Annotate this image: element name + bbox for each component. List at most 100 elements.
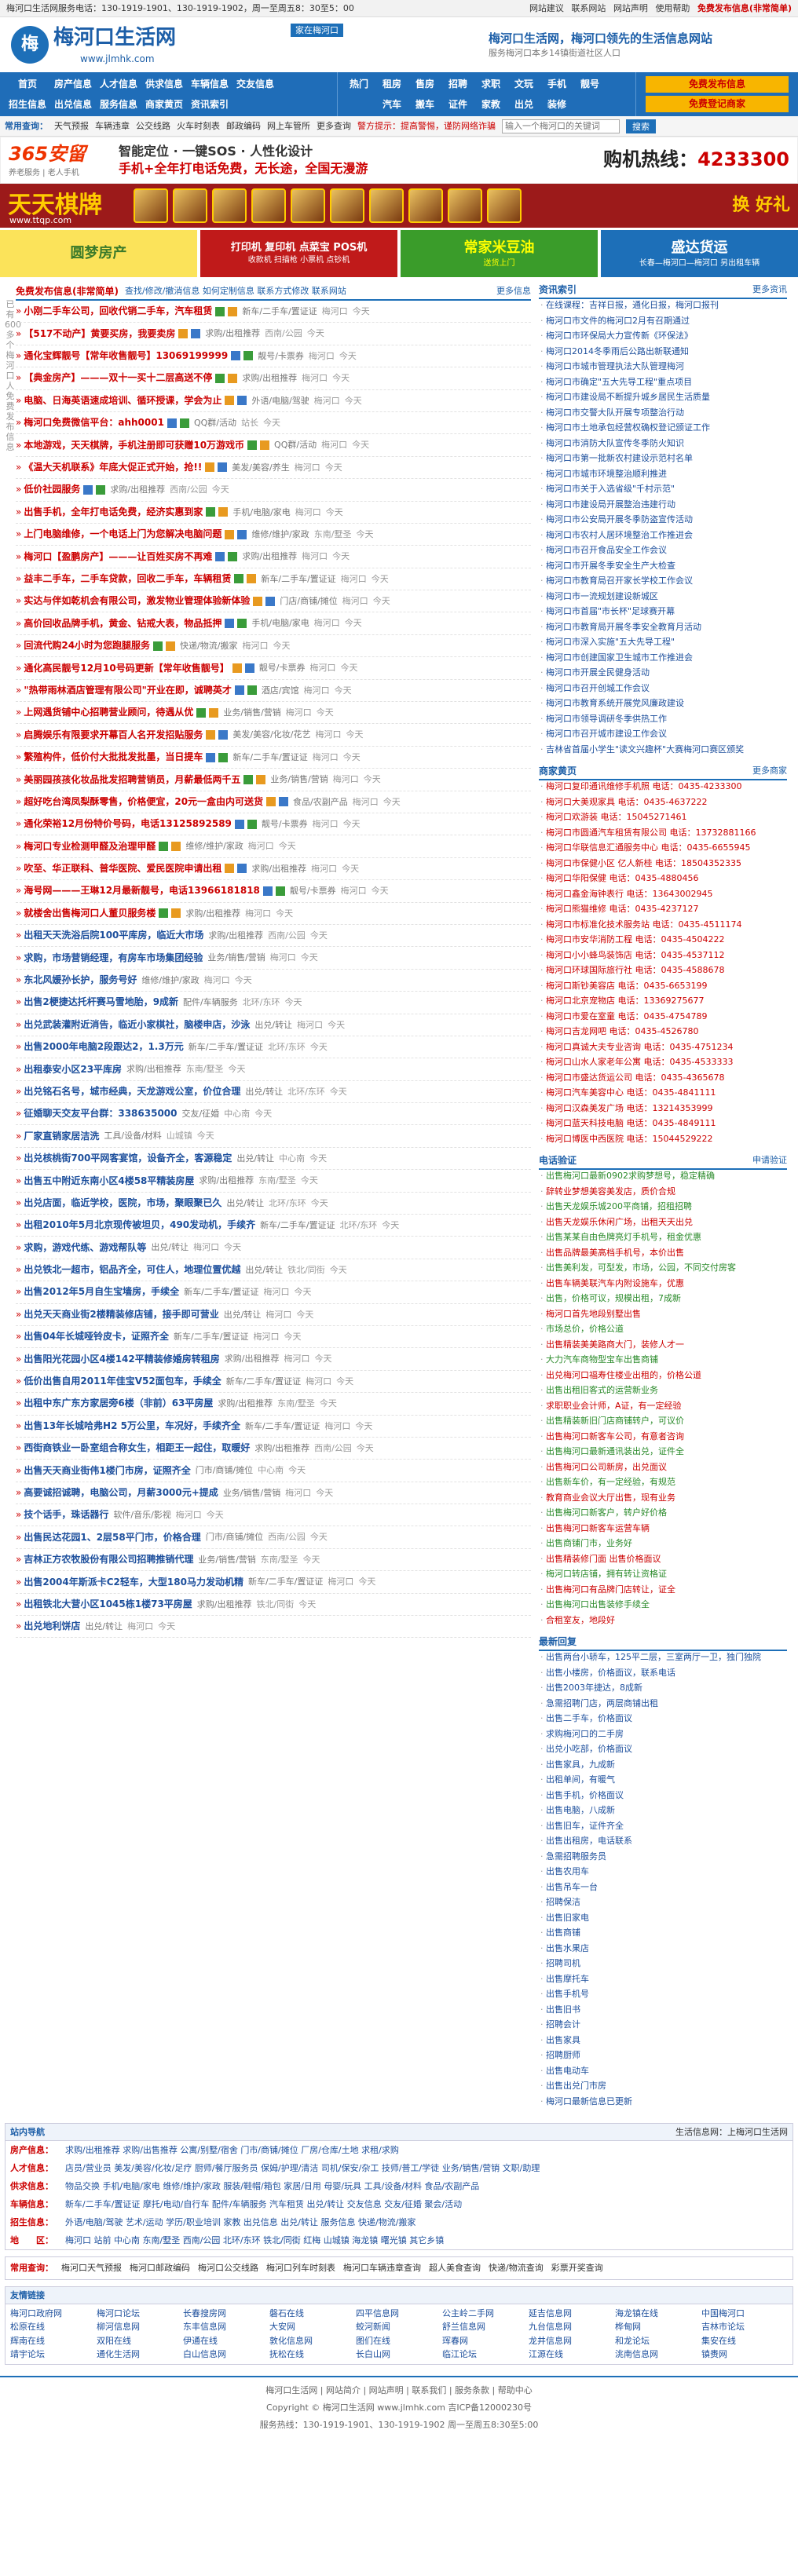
site-logo[interactable]: 梅 梅河口生活网 www.jlmhk.com xyxy=(11,24,176,65)
post-category[interactable]: 维修/维护/家政 xyxy=(251,528,309,540)
post-row[interactable]: » 《温大天机联系》年底大促正式开始，抢!! 美发/美容/养生 梅河口 今天 xyxy=(16,457,531,480)
post-category[interactable]: 维修/维护/家政 xyxy=(141,974,199,986)
post-title[interactable]: 《温大天机联系》年底大促正式开始，抢!! xyxy=(24,461,202,474)
post-category[interactable]: 靓号/卡票券 xyxy=(258,350,304,362)
friend-link[interactable]: 九台信息网 xyxy=(529,2321,615,2333)
tel-item[interactable]: 出售精装美美路商大门，装修人才一 xyxy=(539,1339,787,1354)
post-row[interactable]: » 小刚二手车公司，回收代销二手车，汽车租赁 新车/二手车/置证证 梅河口 今天 xyxy=(16,301,531,323)
post-category[interactable]: 求购/出租推荐 xyxy=(185,908,240,919)
post-category[interactable]: 手机/电脑/家电 xyxy=(251,617,309,629)
quick-train[interactable]: 火车时刻表 xyxy=(177,120,220,132)
nav-phone[interactable]: 手机 xyxy=(540,78,573,91)
biz-item[interactable]: 梅河口市圆通汽车租赁有限公司 电话：13732881166 xyxy=(539,827,787,842)
post-title[interactable]: 电脑、日海英语速成培训、循环授课，学会为止 xyxy=(24,394,221,407)
post-category[interactable]: 新车/二手车/置证证 xyxy=(174,1331,248,1343)
post-category[interactable]: 求购/出租推荐 xyxy=(197,1599,252,1610)
post-title[interactable]: 出售2012年5月自生宝墙房，手续全 xyxy=(24,1285,179,1299)
news-item[interactable]: 梅河口市交警大队开展专项整治行动 xyxy=(539,407,787,422)
post-category[interactable]: 业务/销售/营销 xyxy=(207,952,265,963)
common-query-link[interactable]: 梅河口天气预报 xyxy=(61,2262,122,2274)
post-row[interactable]: » 吹至、华正联科、普华医院、爱民医院申请出租 求购/出租推荐 梅河口 今天 xyxy=(16,858,531,881)
sitenav-links[interactable]: 求购/出租推荐 求购/出售推荐 公寓/别墅/宿舍 门市/商铺/摊位 厂房/仓库/… xyxy=(65,2143,399,2157)
post-row[interactable]: » 技个话手，珠话器行 软件/音乐/影视 梅河口 今天 xyxy=(16,1504,531,1527)
quick-dmv[interactable]: 网上车管所 xyxy=(267,120,310,132)
friend-link[interactable]: 双阳在线 xyxy=(97,2335,183,2347)
friend-link[interactable]: 延吉信息网 xyxy=(529,2307,615,2319)
post-category[interactable]: 新车/二手车/置证证 xyxy=(245,1420,320,1432)
news-item[interactable]: 梅河口市环保局大力宣传新《环保法》 xyxy=(539,330,787,345)
post-row[interactable]: » 出兑天天商业街2楼精装修店铺，接手即可营业 出兑/转让 梅河口 今天 xyxy=(16,1304,531,1326)
tel-item[interactable]: 出售梅河口公司新房，出兑面议 xyxy=(539,1461,787,1477)
post-title[interactable]: 梅河口【盈鹏房产】———让百姓买房不再难 xyxy=(24,550,212,564)
post-row[interactable]: » 本地游戏，天天棋牌，手机注册即可获赠10万游戏币 QQ群/活动 梅河口 今天 xyxy=(16,434,531,457)
post-category[interactable]: 求购/出租推荐 xyxy=(208,930,263,941)
post-category[interactable]: 维修/维护/家政 xyxy=(185,840,243,852)
ad-printer[interactable]: 打印机 复印机 点菜宝 POS机 收款机 扫描枪 小票机 点钞机 xyxy=(200,230,397,277)
post-row[interactable]: » 出兑铭石名号，城市经典，天龙游戏公室，价位合理 出兑/转让 北环/东环 今天 xyxy=(16,1081,531,1104)
post-row[interactable]: » 求购，市场营销经理，有房车市场集团经验 业务/销售/营销 梅河口 今天 xyxy=(16,947,531,970)
post-category[interactable]: 新车/二手车/置证证 xyxy=(232,751,307,763)
post-title[interactable]: 通化宝辉靓号【常年收售靓号】13069199999 xyxy=(24,349,228,363)
recent-item[interactable]: 招聘司机 xyxy=(539,1957,787,1973)
friend-link[interactable]: 柳河信息网 xyxy=(97,2321,183,2333)
friend-link[interactable]: 梅河口政府网 xyxy=(10,2307,97,2319)
quick-postcode[interactable]: 邮政编码 xyxy=(226,120,261,132)
recent-item[interactable]: 出售农用车 xyxy=(539,1865,787,1881)
post-title[interactable]: 【典金房产】———双十一买十二层高送不停 xyxy=(24,371,212,385)
post-row[interactable]: » 出售手机，全年打电话免费，经济实惠到家 手机/电脑/家电 梅河口 今天 xyxy=(16,502,531,524)
post-category[interactable]: 美发/美容/化妆/花艺 xyxy=(232,729,310,740)
post-category[interactable]: 快递/物流/搬家 xyxy=(180,640,237,652)
tel-title[interactable]: 电话验证 xyxy=(539,1154,577,1168)
post-category[interactable]: 软件/音乐/影视 xyxy=(113,1509,170,1521)
tel-item[interactable]: 梅河口转店铺，拥有转让资格证 xyxy=(539,1568,787,1584)
post-list-title[interactable]: 免费发布信息(非常简单) xyxy=(16,285,119,298)
tel-item[interactable]: 出售精装修门面 出售价格面议 xyxy=(539,1553,787,1569)
friend-link[interactable]: 公主岭二手网 xyxy=(442,2307,529,2319)
post-title[interactable]: 出兑铭石名号，城市经典，天龙游戏公室，价位合理 xyxy=(24,1085,240,1098)
post-title[interactable]: 益丰二手车，二手车贷款，回收二手车，车辆租赁 xyxy=(24,572,231,586)
tel-item[interactable]: 出售出租旧客式的运营新业务 xyxy=(539,1384,787,1400)
post-title[interactable]: 回流代购24小时为您跑腿服务 xyxy=(24,639,150,652)
post-category[interactable]: 外语/电脑/驾驶 xyxy=(251,395,309,407)
post-row[interactable]: » 美丽园孩孩化妆品批发招聘营销员，月薪最低两千五 业务/销售/营销 梅河口 今天 xyxy=(16,769,531,791)
biz-item[interactable]: 梅河口华联信息汇通服务中心 电话：0435-6655945 xyxy=(539,842,787,857)
post-category[interactable]: 求购/出租推荐 xyxy=(205,327,260,339)
post-title[interactable]: 出租泰安小区23平库房 xyxy=(24,1063,122,1076)
news-item[interactable]: 梅河口市开展全民健身活动 xyxy=(539,667,787,682)
recent-item[interactable]: 梅河口最新信息已更新 xyxy=(539,2096,787,2111)
friend-link[interactable]: 图们在线 xyxy=(356,2335,442,2347)
tel-item[interactable]: 出售梅河口出售装修手续全 xyxy=(539,1599,787,1614)
recent-item[interactable]: 出售2003年捷达，8成新 xyxy=(539,1682,787,1697)
top-link-statement[interactable]: 网站声明 xyxy=(613,3,648,13)
tel-item[interactable]: 出售梅河口有品牌门店转让，证全 xyxy=(539,1584,787,1599)
sitenav-links[interactable]: 新车/二手车/置证证 摩托/电动/自行车 配件/车辆服务 汽车租赁 出兑/转让 … xyxy=(65,2198,462,2211)
recent-item[interactable]: 求购梅河口的二手房 xyxy=(539,1728,787,1744)
common-query-link[interactable]: 彩票开奖查询 xyxy=(551,2262,603,2274)
post-category[interactable]: 门店/商铺/摊位 xyxy=(280,595,337,607)
post-category[interactable]: 业务/销售/营销 xyxy=(198,1554,255,1566)
post-title[interactable]: 【517不动产】黄要买房，我要卖房 xyxy=(24,327,175,341)
news-item[interactable]: 梅河口市一流规划建设新城区 xyxy=(539,590,787,606)
sitenav-links[interactable]: 物品交换 手机/电脑/家电 维修/维护/家政 服装/鞋帽/箱包 家居/日用 母婴… xyxy=(65,2180,479,2193)
biz-item[interactable]: 梅河口市安华消防工程 电话：0435-4504222 xyxy=(539,934,787,949)
post-row[interactable]: » 出售2000年电脑2段跟达2，1.3万元 新车/二手车/置证证 北环/东环 今天 xyxy=(16,1036,531,1059)
post-category[interactable]: 业务/销售/营销 xyxy=(223,1487,280,1499)
friend-link[interactable]: 长白山网 xyxy=(356,2348,442,2360)
tel-item[interactable]: 梅河口首先地段别墅出售 xyxy=(539,1308,787,1324)
biz-item[interactable]: 梅河口欢游装 电话：15045271461 xyxy=(539,811,787,827)
top-link-contact[interactable]: 联系网站 xyxy=(571,3,606,13)
post-title[interactable]: 本地游戏，天天棋牌，手机注册即可获赠10万游戏币 xyxy=(24,439,244,452)
post-category[interactable]: 美发/美容/养生 xyxy=(232,462,289,473)
post-title[interactable]: 出售13年长城哈弗H2 5万公里，车况好，手续齐全 xyxy=(24,1420,240,1433)
recent-item[interactable]: 出售商铺 xyxy=(539,1927,787,1942)
post-title[interactable]: 出售阳光花园小区4楼142平精装修婚房转租房 xyxy=(24,1353,219,1366)
post-title[interactable]: 吉林正方农牧股份有限公司招聘推销代理 xyxy=(24,1553,193,1566)
news-item[interactable]: 梅河口市建设局不断提升城乡居民生活质量 xyxy=(539,391,787,407)
recent-item[interactable]: 出售二手车，价格面议 xyxy=(539,1712,787,1728)
recent-item[interactable]: 急需招聘门店，两层商铺出租 xyxy=(539,1697,787,1713)
post-row[interactable]: » 上门电脑维修，一个电话上门为您解决电脑问题 维修/维护/家政 东南/墅圣 今天 xyxy=(16,524,531,546)
friend-link[interactable]: 舒兰信息网 xyxy=(442,2321,529,2333)
post-info-button[interactable]: 免费发布信息 xyxy=(646,76,789,93)
post-category[interactable]: 靓号/卡票券 xyxy=(259,662,306,674)
news-item[interactable]: 梅河口市开展冬季安全生产大检查 xyxy=(539,560,787,575)
